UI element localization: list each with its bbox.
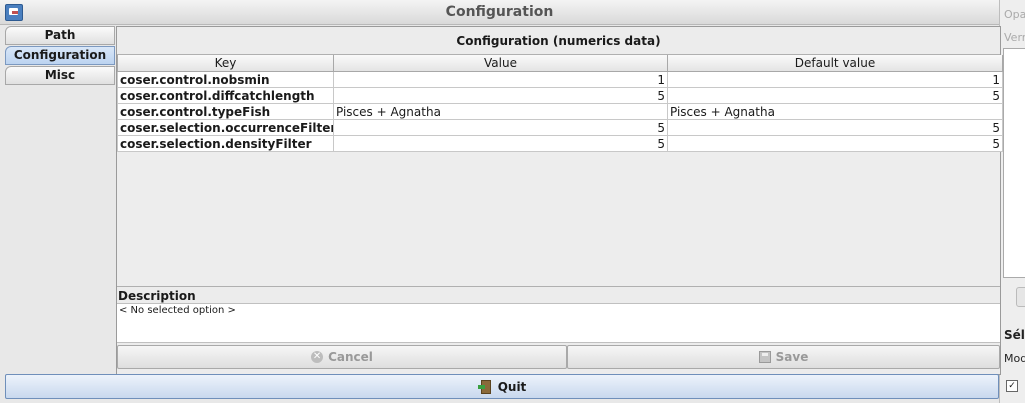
table-header-row: Key Value Default value — [117, 55, 1003, 72]
configuration-panel: Configuration (numerics data) Key Value … — [116, 26, 1003, 375]
background-button — [1016, 287, 1025, 307]
row-value[interactable]: 5 — [333, 119, 668, 136]
row-default: 5 — [667, 119, 1003, 136]
quit-button[interactable]: Quit — [5, 374, 999, 399]
background-label-1: Opa — [1004, 8, 1025, 21]
config-table-area: Key Value Default value coser.control.no… — [117, 54, 1003, 287]
background-label-2: Verr — [1004, 31, 1025, 44]
row-key: coser.control.typeFish — [117, 103, 334, 120]
tab-configuration[interactable]: Configuration — [5, 46, 115, 65]
row-key: coser.control.nobsmin — [117, 71, 334, 88]
column-header-value[interactable]: Value — [333, 55, 668, 72]
row-value[interactable]: 1 — [333, 71, 668, 88]
window-title: Configuration — [445, 4, 554, 20]
background-label-4: Mod — [1004, 352, 1025, 365]
panel-title: Configuration (numerics data) — [456, 34, 661, 48]
row-value[interactable]: 5 — [333, 87, 668, 104]
save-button[interactable]: Save — [567, 345, 1000, 369]
row-value[interactable]: Pisces + Agnatha — [333, 103, 668, 120]
row-default: 1 — [667, 71, 1003, 88]
side-tabs: Path Configuration Misc — [5, 26, 115, 86]
row-default: 5 — [667, 87, 1003, 104]
floppy-disk-icon — [758, 351, 771, 363]
row-default: Pisces + Agnatha — [667, 103, 1003, 120]
background-list-box — [1003, 48, 1025, 278]
cancel-button-label: Cancel — [328, 350, 373, 364]
table-row[interactable]: coser.selection.occurrenceFilter 5 5 — [117, 119, 1003, 136]
row-key: coser.selection.occurrenceFilter — [117, 119, 334, 136]
description-label: Description — [118, 289, 196, 303]
row-default: 5 — [667, 135, 1003, 152]
table-row[interactable]: coser.control.typeFish Pisces + Agnatha … — [117, 103, 1003, 120]
config-table: Key Value Default value coser.control.no… — [117, 55, 1003, 152]
column-header-key[interactable]: Key — [117, 55, 334, 72]
save-button-label: Save — [775, 350, 809, 364]
row-value[interactable]: 5 — [333, 135, 668, 152]
cancel-circle-icon: ✕ — [311, 351, 324, 363]
title-bar: Configuration — [0, 0, 999, 25]
exit-door-icon — [477, 379, 492, 394]
background-label-3: Sélé — [1004, 328, 1025, 342]
cancel-button[interactable]: ✕ Cancel — [117, 345, 567, 369]
description-text: < No selected option > — [117, 303, 1000, 343]
row-key: coser.selection.densityFilter — [117, 135, 334, 152]
table-row[interactable]: coser.selection.densityFilter 5 5 — [117, 135, 1003, 152]
quit-button-label: Quit — [497, 379, 527, 394]
tab-path[interactable]: Path — [5, 26, 115, 45]
table-row[interactable]: coser.control.diffcatchlength 5 5 — [117, 87, 1003, 104]
background-checkbox: ✓ — [1006, 380, 1018, 392]
row-key: coser.control.diffcatchlength — [117, 87, 334, 104]
tab-misc[interactable]: Misc — [5, 66, 115, 85]
table-row[interactable]: coser.control.nobsmin 1 1 — [117, 71, 1003, 88]
column-header-default[interactable]: Default value — [667, 55, 1003, 72]
